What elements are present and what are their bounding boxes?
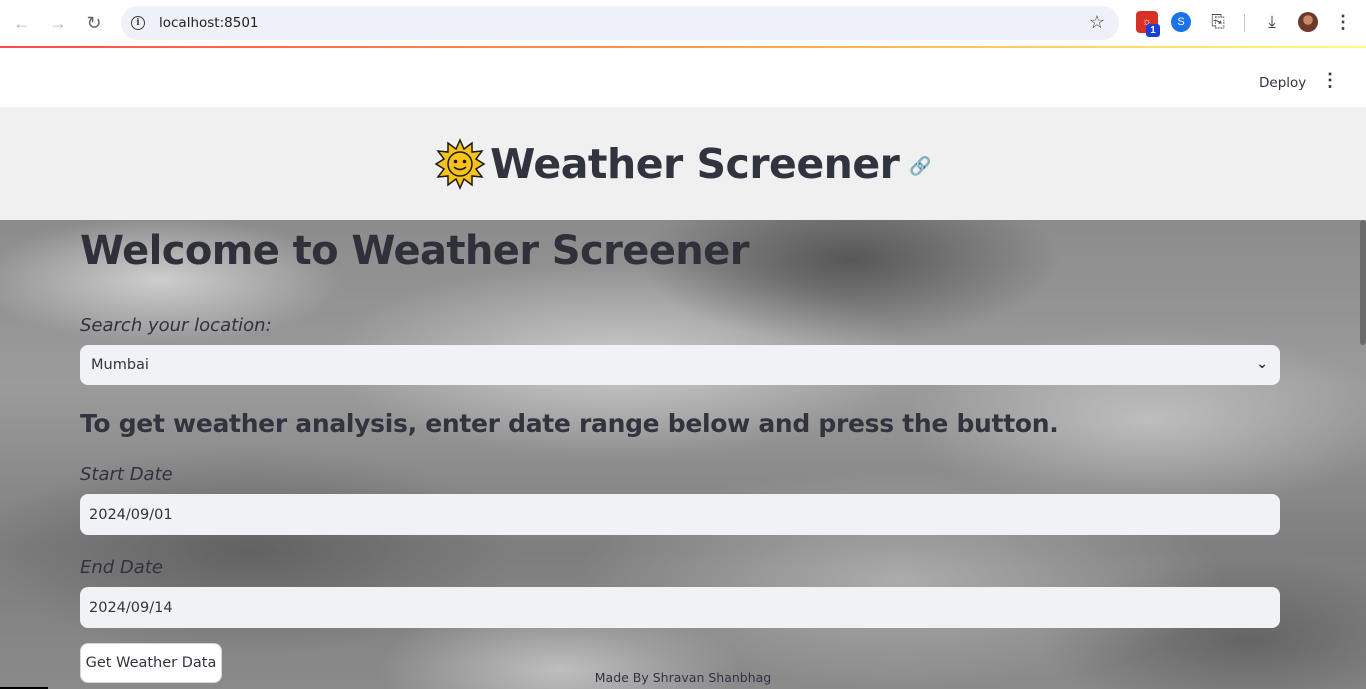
location-select[interactable]: Mumbai ⌄	[80, 345, 1280, 385]
page-title: Weather Screener	[490, 139, 900, 188]
extension-blue-icon[interactable]: S	[1171, 12, 1191, 32]
footer-credit: Made By Shravan Shanbhag	[594, 670, 772, 685]
scrollbar-thumb[interactable]	[1360, 220, 1366, 345]
sun-face-icon	[434, 137, 486, 190]
bookmark-star-icon[interactable]: ☆	[1089, 12, 1105, 33]
main-content: Welcome to Weather Screener Search your …	[0, 220, 1366, 689]
app-header: Deploy ⋮	[0, 48, 1366, 107]
browser-menu-icon[interactable]: ⋮	[1334, 12, 1352, 33]
end-date-input[interactable]: 2024/09/14	[80, 587, 1280, 628]
toolbar-divider	[1244, 14, 1245, 32]
extensions-puzzle-icon[interactable]: ⎘	[1207, 11, 1229, 33]
chevron-down-icon[interactable]: ⌄	[1256, 356, 1268, 372]
location-selected-value: Mumbai	[91, 357, 149, 373]
extension-badge: 1	[1146, 24, 1160, 37]
address-bar[interactable]: i localhost:8501 ☆	[121, 6, 1119, 40]
deploy-button[interactable]: Deploy	[1259, 75, 1306, 91]
start-date-value: 2024/09/01	[89, 506, 173, 523]
location-label: Search your location:	[80, 315, 272, 336]
end-date-value: 2024/09/14	[89, 599, 173, 616]
site-info-icon[interactable]: i	[131, 16, 145, 30]
instructions-heading: To get weather analysis, enter date rang…	[80, 409, 1059, 438]
welcome-heading: Welcome to Weather Screener	[80, 228, 749, 274]
url-text[interactable]: localhost:8501	[159, 15, 259, 31]
start-date-input[interactable]: 2024/09/01	[80, 494, 1280, 535]
back-icon[interactable]: ←	[4, 5, 40, 41]
start-date-label: Start Date	[80, 464, 173, 485]
browser-toolbar: ← → ↻ i localhost:8501 ☆ ☼ 1 S ⎘ ⤓ ⋮	[0, 0, 1366, 46]
app-menu-icon[interactable]: ⋮	[1321, 70, 1339, 91]
title-wrap: Weather Screener 🔗	[434, 137, 932, 190]
reload-icon[interactable]: ↻	[76, 5, 112, 41]
anchor-link-icon[interactable]: 🔗	[909, 156, 931, 177]
download-icon[interactable]: ⤓	[1261, 11, 1283, 33]
profile-avatar[interactable]	[1298, 12, 1318, 32]
scrollbar[interactable]	[1360, 220, 1366, 689]
end-date-label: End Date	[80, 557, 163, 578]
title-band: Weather Screener 🔗	[0, 107, 1366, 220]
forward-icon[interactable]: →	[40, 5, 76, 41]
